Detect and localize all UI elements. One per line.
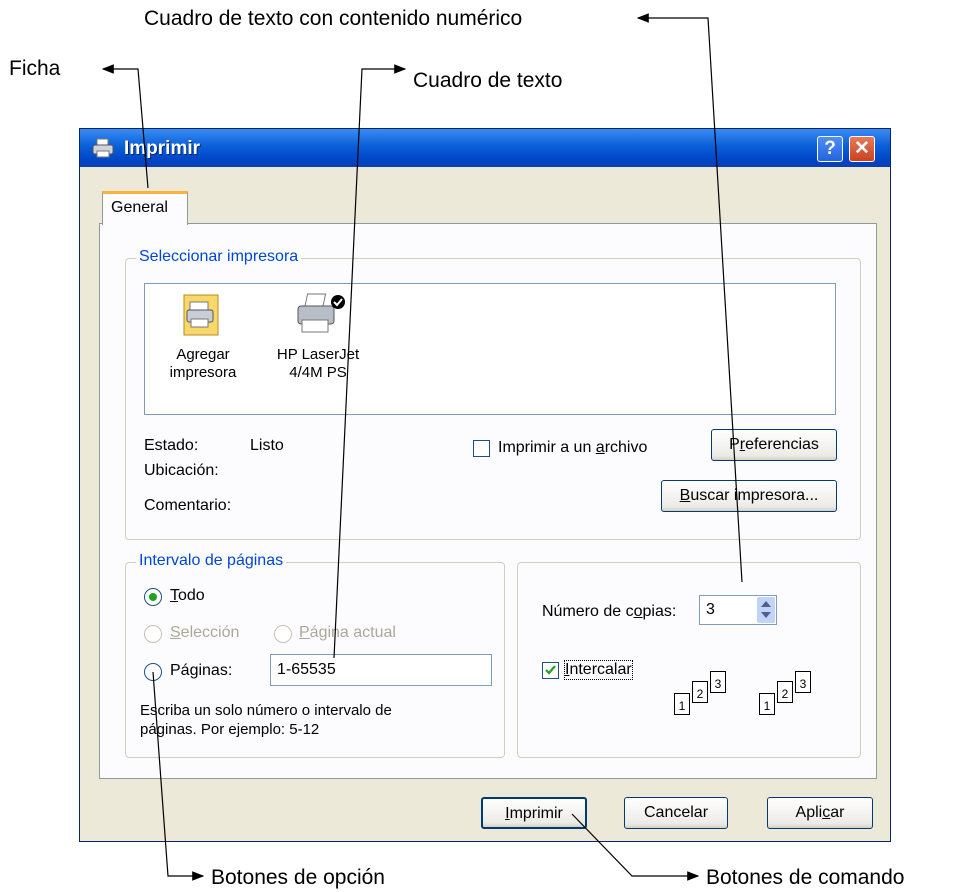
copies-spinner[interactable] bbox=[757, 597, 775, 623]
cancel-button[interactable]: Cancelar bbox=[624, 797, 728, 829]
annotation-textbox: Cuadro de texto bbox=[413, 69, 563, 92]
comment-label: Comentario: bbox=[144, 497, 232, 514]
annotation-tab: Ficha bbox=[9, 57, 61, 80]
hp-laserjet-label-line1: HP LaserJet bbox=[276, 346, 360, 363]
annotation-option-buttons: Botones de opción bbox=[211, 866, 385, 889]
page-range-group: Intervalo de páginas Todo Selección Pági… bbox=[125, 552, 505, 758]
spin-up-icon[interactable] bbox=[761, 601, 771, 607]
tab-panel-general: Seleccionar impresora Agregar impresora bbox=[99, 223, 877, 779]
tab-general-label: General bbox=[111, 199, 168, 216]
preferences-button[interactable]: Preferencias bbox=[711, 429, 837, 461]
location-label: Ubicación: bbox=[144, 462, 219, 479]
collate-label[interactable]: Intercalar bbox=[564, 660, 633, 680]
hp-laserjet-label-line2: 4/4M PS bbox=[289, 364, 347, 381]
annotation-command-buttons: Botones de comando bbox=[706, 866, 905, 889]
range-hint-line2: páginas. Por ejemplo: 5-12 bbox=[140, 721, 320, 738]
tab-general[interactable]: General bbox=[102, 191, 188, 225]
printer-list[interactable]: Agregar impresora HP LaserJet 4/4M PS bbox=[144, 283, 836, 415]
annotation-numeric-textbox: Cuadro de texto con contenido numérico bbox=[144, 7, 523, 30]
copies-label: Número de copias: bbox=[542, 603, 677, 620]
find-printer-button[interactable]: Buscar impresora... bbox=[661, 480, 837, 512]
checkmark-icon bbox=[545, 665, 556, 675]
printer-icon bbox=[92, 138, 114, 158]
close-button[interactable]: ✕ bbox=[849, 136, 875, 162]
radio-all-label[interactable]: Todo bbox=[170, 587, 205, 605]
hp-laserjet-item[interactable]: HP LaserJet 4/4M PS bbox=[263, 292, 373, 382]
radio-all[interactable] bbox=[144, 588, 162, 606]
add-printer-item[interactable]: Agregar impresora bbox=[153, 292, 253, 382]
range-hint-line1: Escriba un solo número o intervalo de bbox=[140, 702, 392, 719]
select-printer-group: Seleccionar impresora Agregar impresora bbox=[125, 248, 861, 540]
window-title: Imprimir bbox=[124, 138, 201, 159]
print-dialog: Imprimir ? ✕ General Seleccionar impreso… bbox=[79, 128, 891, 842]
print-button[interactable]: Imprimir bbox=[481, 797, 587, 829]
pages-input[interactable]: 1-65535 bbox=[270, 654, 492, 686]
apply-button[interactable]: Aplicar bbox=[767, 797, 873, 829]
radio-selection-label: Selección bbox=[170, 624, 240, 641]
copies-group: Número de copias: 3 Intercalar 3 2 1 3 2… bbox=[517, 562, 861, 758]
default-printer-icon bbox=[297, 293, 345, 333]
collate-checkbox[interactable] bbox=[542, 662, 559, 679]
collate-illustration-1: 3 2 1 bbox=[674, 671, 734, 721]
radio-current-page-label: Página actual bbox=[299, 624, 396, 641]
title-bar[interactable]: Imprimir ? ✕ bbox=[80, 129, 890, 167]
add-printer-label-line2: impresora bbox=[169, 364, 237, 381]
add-printer-label-line1: Agregar bbox=[176, 346, 230, 363]
select-printer-legend: Seleccionar impresora bbox=[136, 248, 302, 266]
spin-down-icon[interactable] bbox=[761, 612, 771, 618]
collate-illustration-2: 3 2 1 bbox=[759, 671, 819, 721]
add-printer-icon bbox=[183, 294, 219, 336]
print-to-file-checkbox[interactable] bbox=[473, 440, 490, 457]
radio-current-page bbox=[274, 625, 292, 643]
help-button[interactable]: ? bbox=[817, 136, 843, 162]
radio-pages[interactable] bbox=[144, 663, 162, 681]
status-value: Listo bbox=[250, 437, 284, 454]
status-label: Estado: bbox=[144, 437, 199, 454]
radio-pages-label[interactable]: Páginas: bbox=[170, 662, 232, 680]
radio-selection bbox=[144, 625, 162, 643]
print-to-file-label[interactable]: Imprimir a un archivo bbox=[498, 439, 647, 457]
page-range-legend: Intervalo de páginas bbox=[136, 552, 287, 570]
